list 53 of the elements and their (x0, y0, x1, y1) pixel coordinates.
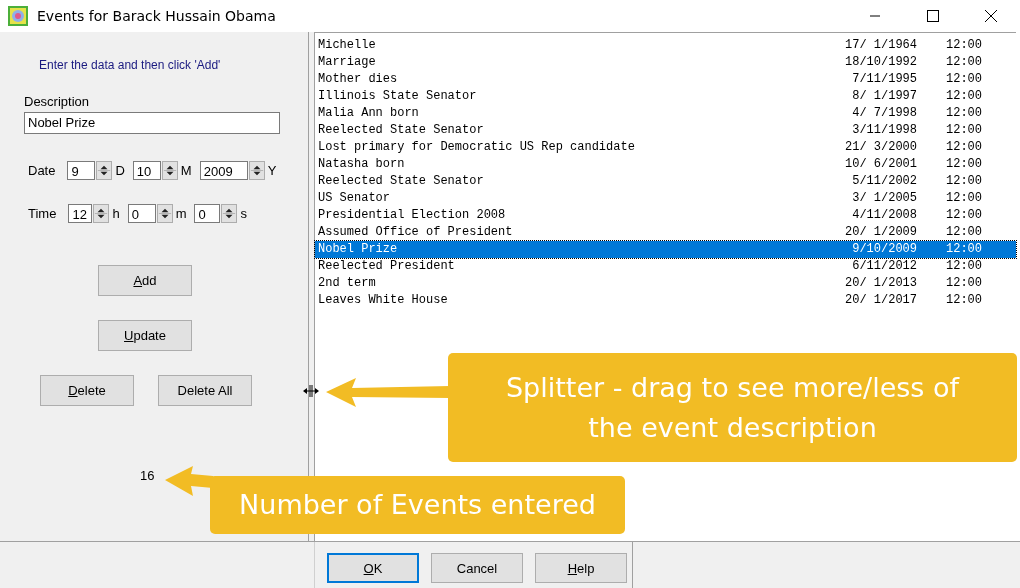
spin-field[interactable]: 10 (132, 161, 161, 180)
add-button[interactable]: Add (98, 265, 192, 296)
spinner-icon[interactable] (156, 204, 173, 223)
description-field[interactable]: Nobel Prize (24, 112, 280, 134)
time-label: Time (28, 206, 57, 221)
event-row[interactable]: Nobel Prize 9/10/2009 12:00 (315, 241, 1016, 258)
description-label: Description (24, 94, 90, 109)
spinner-icon[interactable] (221, 204, 238, 223)
event-row[interactable]: Marriage 18/10/1992 12:00 (315, 54, 1016, 71)
dialog-button[interactable]: Help (535, 553, 627, 583)
delete-button[interactable]: Delete (40, 375, 134, 406)
event-row[interactable]: Natasha born 10/ 6/2001 12:00 (315, 156, 1016, 173)
delete-all-button[interactable]: Delete All (158, 375, 252, 406)
event-row[interactable]: Assumed Office of President 20/ 1/2009 12:00 (315, 224, 1016, 241)
spinner-icon[interactable] (96, 161, 113, 180)
resize-cursor-icon (302, 384, 320, 398)
event-row[interactable]: 2nd term 20/ 1/2013 12:00 (315, 275, 1016, 292)
unit-label: D (115, 163, 125, 178)
unit-label: s (240, 206, 247, 221)
event-row[interactable]: Mother dies 7/11/1995 12:00 (315, 71, 1016, 88)
spin-field[interactable]: 9 (67, 161, 96, 180)
window-title: Events for Barack Hussain Obama (37, 8, 276, 24)
instruction-text: Enter the data and then click 'Add' (39, 58, 221, 72)
event-row[interactable]: Reelected State Senator 3/11/1998 12:00 (315, 122, 1016, 139)
spinner-icon[interactable] (161, 161, 178, 180)
spin-field[interactable]: 2009 (199, 161, 248, 180)
event-row[interactable]: Illinois State Senator 8/ 1/1997 12:00 (315, 88, 1016, 105)
date-label: Date (28, 163, 56, 178)
event-row[interactable]: Michelle 17/ 1/1964 12:00 (315, 37, 1016, 54)
event-row[interactable]: Reelected President 6/11/2012 12:00 (315, 258, 1016, 275)
spin-field[interactable]: 0 (127, 204, 156, 223)
callout-arrow (165, 466, 213, 498)
unit-label: m (175, 206, 187, 221)
event-count: 16 (140, 468, 155, 483)
spinner-icon[interactable] (248, 161, 265, 180)
event-row[interactable]: Lost primary for Democratic US Rep candidate 21/ 3/2000 12:00 (315, 139, 1016, 156)
event-row[interactable]: US Senator 3/ 1/2005 12:00 (315, 190, 1016, 207)
event-row[interactable]: Leaves White House 20/ 1/2017 12:00 (315, 292, 1016, 309)
spinner-icon[interactable] (93, 204, 110, 223)
callout-label: Splitter - drag to see more/less of the event description (448, 353, 1017, 462)
unit-label: h (112, 206, 120, 221)
callout-label: Number of Events entered (210, 476, 625, 534)
dialog-button[interactable]: Cancel (431, 553, 523, 583)
unit-label: M (180, 163, 192, 178)
event-row[interactable]: Malia Ann born 4/ 7/1998 12:00 (315, 105, 1016, 122)
event-row[interactable]: Reelected State Senator 5/11/2002 12:00 (315, 173, 1016, 190)
unit-label: Y (267, 163, 277, 178)
spin-field[interactable]: 12 (68, 204, 93, 223)
event-row[interactable]: Presidential Election 2008 4/11/2008 12:00 (315, 207, 1016, 224)
app-icon (8, 6, 28, 26)
spin-field[interactable]: 0 (194, 204, 221, 223)
update-button[interactable]: Update (98, 320, 192, 351)
dialog-button[interactable]: OK (327, 553, 419, 583)
